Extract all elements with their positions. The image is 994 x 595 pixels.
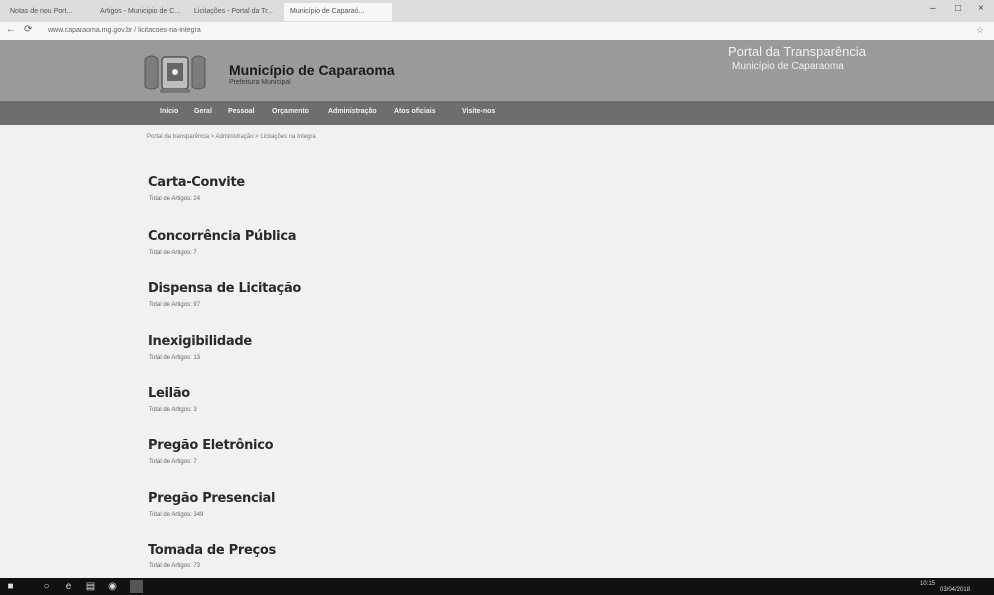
close-icon[interactable]: ×: [978, 3, 984, 14]
browser-tab-strip: Notas de nou Port... Artigos - Municipio…: [0, 0, 994, 22]
category-count-pregao-presencial: Total de Artigos: 349: [149, 512, 204, 518]
tray-date[interactable]: 03/04/2018: [940, 587, 970, 593]
category-title-concorrencia-publica[interactable]: Concorrência Pública: [148, 229, 297, 244]
portal-title: Portal da Transparência: [728, 44, 867, 59]
category-count-concorrencia-publica: Total de Artigos: 7: [149, 250, 197, 256]
minimize-icon[interactable]: –: [930, 3, 936, 14]
chrome-icon[interactable]: ◉: [106, 580, 119, 593]
maximize-icon[interactable]: □: [955, 3, 961, 14]
file-explorer-icon[interactable]: ▤: [84, 580, 97, 593]
portal-subtitle: Município de Caparaoma: [732, 61, 844, 72]
category-count-tomada-de-precos: Total de Artigos: 73: [149, 563, 201, 569]
municipality-name: Município de Caparaoma: [229, 62, 395, 78]
active-app-icon[interactable]: [130, 580, 143, 593]
os-taskbar: ■ ○ e ▤ ◉ 10:15 03/04/2018: [0, 578, 994, 595]
nav-item-pessoal[interactable]: Pessoal: [228, 108, 254, 115]
category-title-pregao-presencial[interactable]: Pregão Presencial: [148, 491, 275, 506]
taskbar-app-icon[interactable]: [222, 580, 235, 593]
category-count-pregao-eletronico: Total de Artigos: 7: [149, 459, 197, 465]
tray-clock[interactable]: 10:15: [920, 581, 935, 587]
coat-of-arms-logo[interactable]: [140, 51, 210, 95]
refresh-icon[interactable]: ⟳: [24, 24, 32, 35]
category-title-inexigibilidade[interactable]: Inexigibilidade: [148, 334, 252, 349]
browser-tab-2[interactable]: Artigos - Municipio de C...: [94, 3, 196, 21]
taskbar-app-icon[interactable]: [154, 580, 167, 593]
category-count-inexigibilidade: Total de Artigos: 13: [149, 355, 201, 361]
municipality-subtitle: Prefeitura Municipal: [229, 79, 291, 86]
category-count-dispensa-de-licitacao: Total de Artigos: 97: [149, 302, 201, 308]
category-title-tomada-de-precos[interactable]: Tomada de Preços: [148, 543, 276, 558]
taskbar-app-icon[interactable]: [200, 580, 213, 593]
main-nav: Início Geral Pessoal Orçamento Administr…: [0, 101, 994, 125]
back-icon[interactable]: ←: [6, 24, 16, 35]
address-bar-row: ← ⟳ www.caparaoma.mg.gov.br / licitacoes…: [0, 22, 994, 41]
nav-item-geral[interactable]: Geral: [194, 108, 212, 115]
nav-item-orcamento[interactable]: Orçamento: [272, 108, 309, 115]
browser-tab-1[interactable]: Notas de nou Port...: [4, 3, 102, 21]
category-title-pregao-eletronico[interactable]: Pregão Eletrônico: [148, 438, 274, 453]
category-title-carta-convite[interactable]: Carta-Convite: [148, 175, 245, 190]
nav-item-visite-nos[interactable]: Visite-nos: [462, 108, 495, 115]
bookmark-star-icon[interactable]: ☆: [976, 25, 984, 36]
search-icon[interactable]: ○: [40, 580, 53, 593]
url-field[interactable]: www.caparaoma.mg.gov.br / licitacoes-na-…: [48, 25, 368, 37]
nav-item-atos-oficiais[interactable]: Atos oficiais: [394, 108, 436, 115]
category-count-carta-convite: Total de Artigos: 24: [149, 196, 201, 202]
taskbar-app-icon[interactable]: [176, 580, 189, 593]
category-title-leilao[interactable]: Leilão: [148, 386, 190, 401]
nav-item-inicio[interactable]: Início: [160, 108, 178, 115]
browser-tab-active[interactable]: Município de Caparaó...: [284, 3, 392, 21]
browser-tab-3[interactable]: Licitações - Portal da Tr...: [188, 3, 292, 21]
category-count-leilao: Total de Artigos: 3: [149, 407, 197, 413]
category-title-dispensa-de-licitacao[interactable]: Dispensa de Licitação: [148, 281, 301, 296]
site-header: Município de Caparaoma Prefeitura Munici…: [0, 40, 994, 101]
nav-item-administracao[interactable]: Administração: [328, 108, 377, 115]
edge-icon[interactable]: e: [62, 580, 75, 593]
breadcrumb[interactable]: Portal da transparência > Administração …: [147, 134, 316, 140]
start-icon[interactable]: ■: [4, 580, 17, 593]
